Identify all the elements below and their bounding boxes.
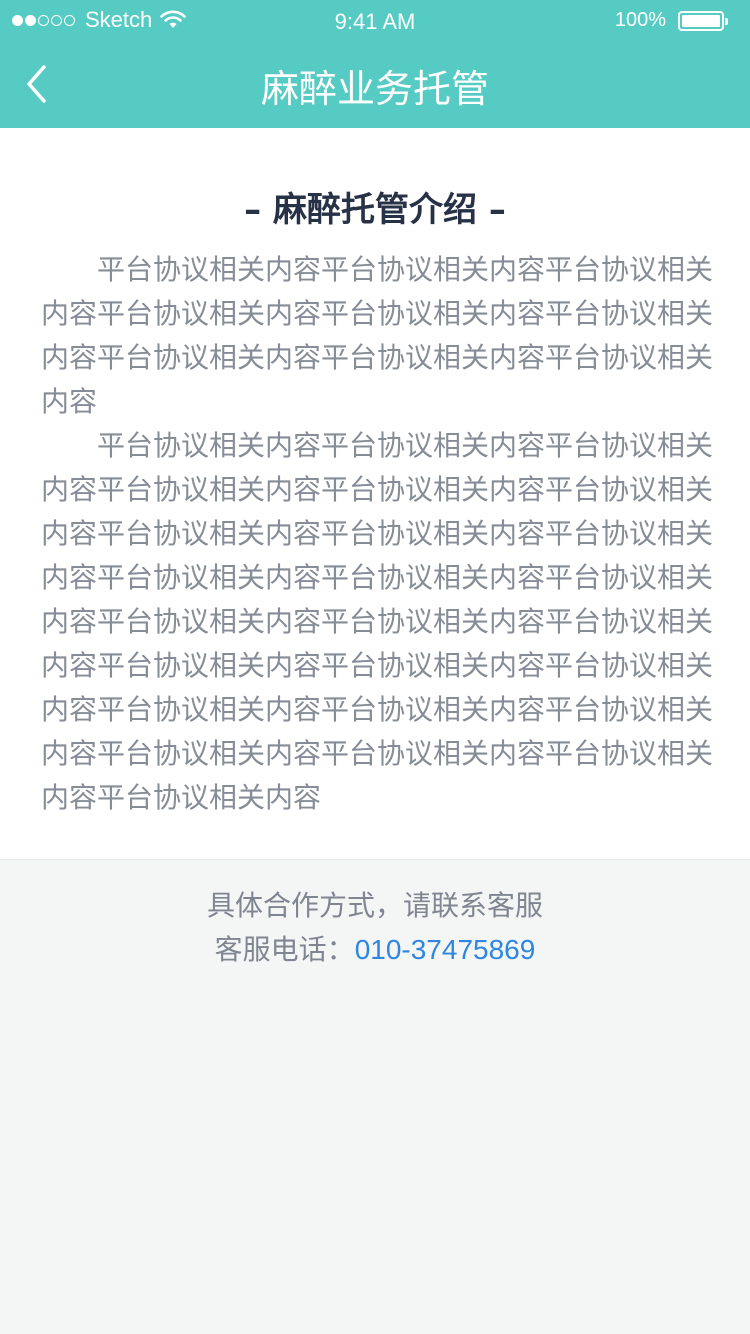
status-bar: Sketch 9:41 AM 100% <box>0 0 750 40</box>
nav-bar: 麻醉业务托管 <box>0 40 750 128</box>
intro-body: 平台协议相关内容平台协议相关内容平台协议相关内容平台协议相关内容平台协议相关内容… <box>41 248 713 820</box>
intro-title: – 麻醉托管介绍 – <box>244 190 506 230</box>
battery-percent: 100% <box>614 9 666 31</box>
top-bar: Sketch 9:41 AM 100% 麻醉业务托管 <box>0 0 750 128</box>
page-title: 麻醉业务托管 <box>260 67 489 111</box>
contact-phone-row: 客服电话：010-37475869 <box>0 928 750 972</box>
battery-area: 100% <box>614 9 728 32</box>
battery-icon <box>678 10 728 31</box>
intro-paragraph: 平台协议相关内容平台协议相关内容平台协议相关内容平台协议相关内容平台协议相关内容… <box>41 253 714 418</box>
phone-label: 客服电话： <box>214 933 355 966</box>
intro-paragraph: 平台协议相关内容平台协议相关内容平台协议相关内容平台协议相关内容平台协议相关内容… <box>41 429 714 814</box>
contact-hint: 具体合作方式，请联系客服 <box>206 889 543 922</box>
contact-section: 具体合作方式，请联系客服 客服电话：010-37475869 <box>0 884 750 972</box>
phone-link[interactable]: 010-37475869 <box>355 934 536 965</box>
intro-card: – 麻醉托管介绍 – 平台协议相关内容平台协议相关内容平台协议相关内容平台协议相… <box>0 128 750 860</box>
